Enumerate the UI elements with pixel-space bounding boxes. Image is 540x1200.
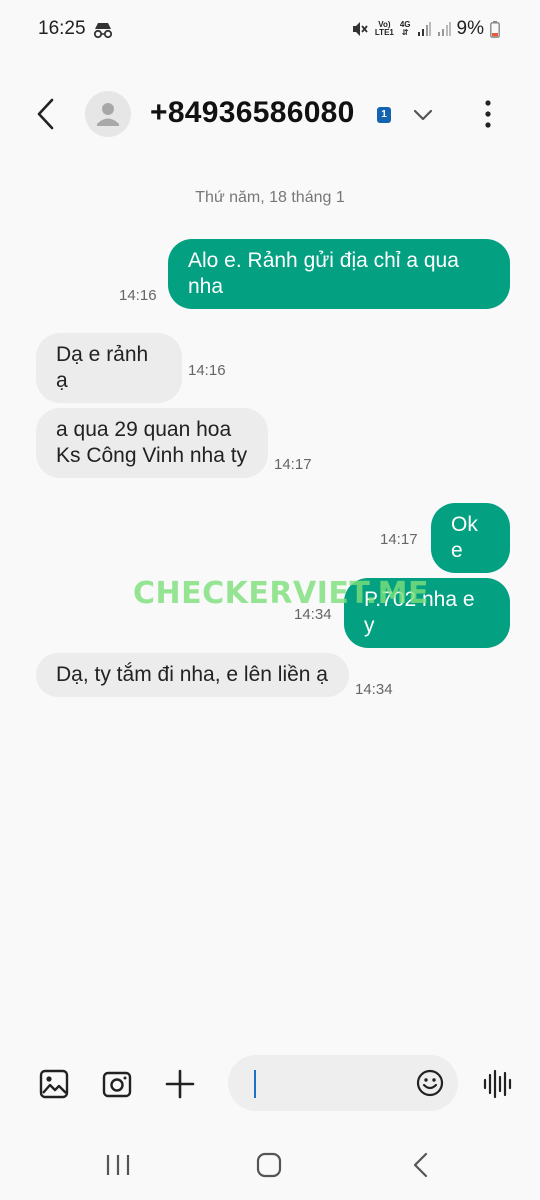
add-icon[interactable] bbox=[165, 1069, 195, 1099]
home-icon[interactable] bbox=[254, 1150, 284, 1180]
message-time: 14:17 bbox=[380, 531, 418, 548]
message-bubble-outgoing[interactable]: Alo e. Rảnh gửi địa chỉ a qua nha bbox=[168, 239, 510, 309]
watermark: CHECKERVIET.ME bbox=[133, 576, 429, 611]
battery-icon bbox=[490, 20, 500, 38]
volte-indicator: Vo) LTE1 bbox=[374, 20, 394, 37]
incognito-icon bbox=[93, 23, 113, 39]
signal-icon-2 bbox=[437, 22, 451, 36]
text-caret bbox=[254, 1070, 256, 1098]
person-icon bbox=[97, 103, 119, 126]
signal-icon bbox=[417, 22, 431, 36]
status-time: 16:25 bbox=[38, 18, 86, 39]
message-input[interactable] bbox=[228, 1055, 458, 1111]
message-time: 14:34 bbox=[355, 681, 393, 698]
message-bubble-incoming[interactable]: a qua 29 quan hoa Ks Công Vinh nha ty bbox=[36, 408, 268, 478]
battery-percent: 9% bbox=[456, 18, 484, 39]
mute-icon bbox=[352, 22, 368, 36]
contact-number[interactable]: +84936586080 bbox=[150, 96, 355, 130]
status-bar: 16:25 Vo) LTE1 4G ⇵ 9% bbox=[0, 0, 540, 60]
back-nav-icon[interactable] bbox=[406, 1150, 436, 1180]
message-time: 14:17 bbox=[274, 456, 312, 473]
network-type-indicator: 4G ⇵ bbox=[399, 20, 411, 37]
more-options-button[interactable] bbox=[476, 98, 500, 130]
contact-avatar[interactable] bbox=[85, 91, 131, 137]
message-time: 14:16 bbox=[119, 287, 157, 304]
emoji-icon[interactable] bbox=[416, 1069, 444, 1097]
camera-icon[interactable] bbox=[102, 1069, 132, 1099]
date-separator: Thứ năm, 18 tháng 1 bbox=[195, 189, 345, 206]
data-arrows-icon: ⇵ bbox=[401, 28, 409, 37]
chevron-down-icon[interactable] bbox=[410, 102, 436, 128]
conversation-header: +84936586080 1 bbox=[0, 80, 540, 150]
message-bubble-outgoing[interactable]: Ok e bbox=[431, 503, 510, 573]
gallery-icon[interactable] bbox=[39, 1069, 69, 1099]
voice-icon[interactable] bbox=[482, 1069, 512, 1099]
composer-bar bbox=[0, 1052, 540, 1118]
system-nav-bar bbox=[0, 1130, 540, 1200]
message-bubble-incoming[interactable]: Dạ e rảnh ạ bbox=[36, 333, 182, 403]
recent-apps-icon[interactable] bbox=[103, 1150, 133, 1180]
back-button[interactable] bbox=[30, 96, 64, 132]
status-icons: Vo) LTE1 4G ⇵ 9% bbox=[351, 18, 500, 40]
message-time: 14:16 bbox=[188, 362, 226, 379]
message-bubble-incoming[interactable]: Dạ, ty tắm đi nha, e lên liền ạ bbox=[36, 653, 349, 697]
sim-badge: 1 bbox=[377, 107, 391, 123]
